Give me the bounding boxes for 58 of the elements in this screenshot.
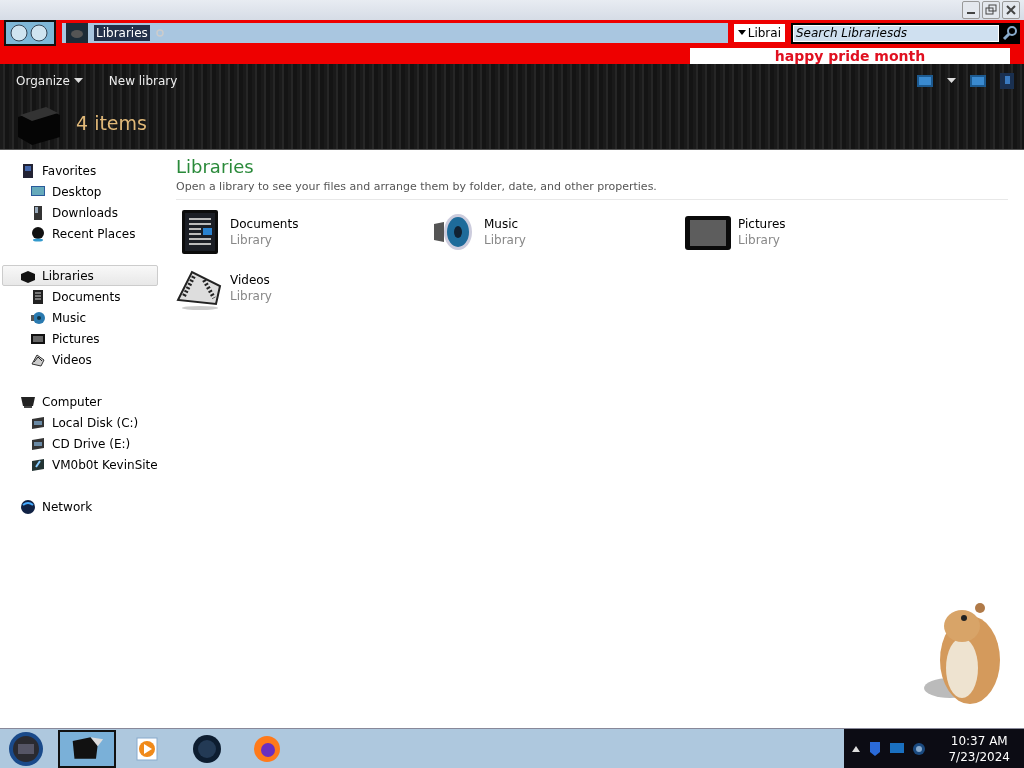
nav-item[interactable]: Recent Places [0,223,158,244]
nav-item[interactable]: Videos [0,349,158,370]
shield-icon[interactable] [868,740,883,757]
minimize-button[interactable] [962,1,980,19]
restore-button[interactable] [982,1,1000,19]
address-bar[interactable]: Libraries [62,23,728,43]
nav-item[interactable]: Documents [0,286,158,307]
page-title: Libraries [176,156,255,177]
library-name: Videos [230,273,271,287]
library-type: Library [484,233,526,247]
caret-icon [73,78,83,84]
back-forward-buttons[interactable] [4,20,56,46]
taskbar-app-button[interactable] [58,729,116,768]
nav-item[interactable]: Local Disk (C:) [0,412,158,433]
nav-group[interactable]: Computer [0,391,158,412]
toolbar-button[interactable]: New library [102,70,184,92]
music-icon [30,309,46,326]
search-icon[interactable] [1002,25,1018,41]
banner-text: happy pride month [690,48,1010,64]
nav-group[interactable]: Favorites [0,160,158,181]
nav-item[interactable]: Downloads [0,202,158,223]
nav-group[interactable]: Libraries [2,265,158,286]
organize-menu-button[interactable]: Organize [10,70,89,92]
location-label: Librai [747,26,781,40]
show-hidden-icons-icon[interactable] [852,744,861,753]
nav-item[interactable]: Desktop [0,181,158,202]
library-item[interactable]: Music Library [430,208,526,256]
nav-item[interactable]: Music [0,307,158,328]
nav-group[interactable]: Network [0,496,158,517]
documents-icon [30,288,46,305]
close-button[interactable] [1002,1,1020,19]
clock-time[interactable]: 10:37 AM [950,732,1008,749]
nav-item[interactable]: VM0b0t KevinSite [0,454,158,475]
clock-date[interactable]: 7/23/2024 [948,748,1010,765]
caret-icon [737,30,746,36]
library-type: Library [230,289,272,303]
library-name: Music [484,217,520,231]
favorites-icon [20,162,36,179]
library-type: Library [738,233,781,247]
nav-item[interactable]: CD Drive (E:) [0,433,158,454]
nav-item[interactable]: Pictures [0,328,158,349]
breadcrumb[interactable]: Libraries [94,25,150,41]
speaker-icon[interactable] [912,741,927,756]
library-type: Library [230,233,273,247]
network-icon [20,498,36,515]
caret-icon[interactable] [947,78,956,84]
start-button[interactable] [6,729,46,768]
recent-icon [30,225,46,242]
breadcrumb-separator-icon [155,29,164,37]
page-description: Open a library to see your files and arrange them by folder, date, and other properties. [176,180,1008,200]
library-name: Documents [230,217,299,231]
item-count: 4 items [76,112,147,134]
library-item[interactable]: Pictures Library [684,208,786,256]
library-item[interactable]: Documents Library [176,208,299,256]
search-field[interactable]: Search Librariesds [793,24,999,42]
library-name: Pictures [738,217,786,231]
library-item[interactable]: Videos Library [176,264,272,312]
monitor-icon[interactable] [890,742,905,755]
